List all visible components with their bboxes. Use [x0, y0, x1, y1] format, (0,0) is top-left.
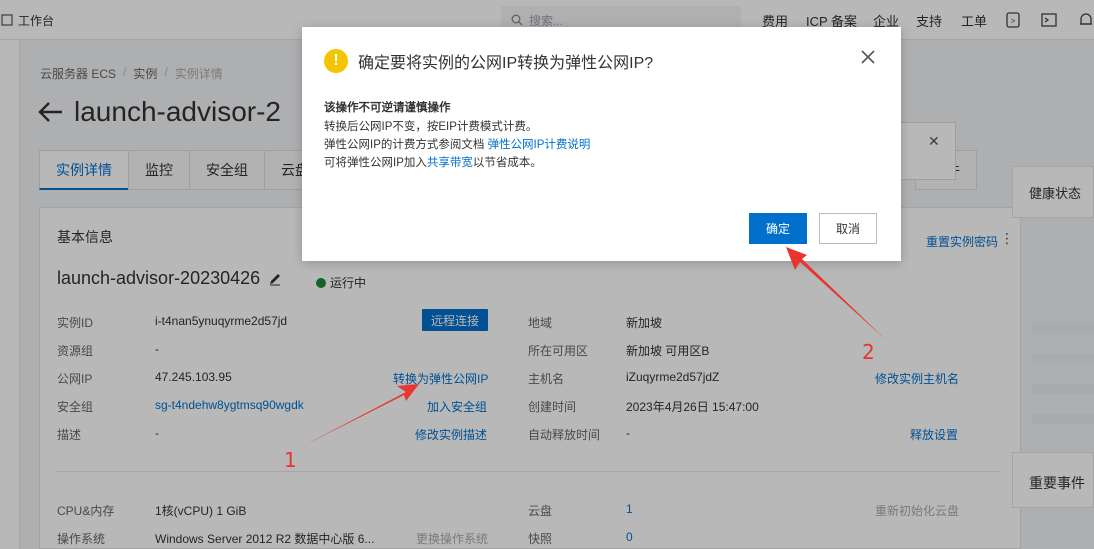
convert-eip-dialog: ! 确定要将实例的公网IP转换为弹性公网IP? 该操作不可逆请谨慎操作 转换后公… — [302, 27, 901, 261]
warning-heading: 该操作不可逆请谨慎操作 — [324, 102, 451, 114]
dialog-line-2-text: 弹性公网IP的计费方式参阅文档 — [324, 139, 488, 151]
dialog-line-3: 可将弹性公网IP加入共享带宽以节省成本。 — [324, 154, 590, 172]
dialog-body: 该操作不可逆请谨慎操作 转换后公网IP不变，按EIP计费模式计费。 弹性公网IP… — [324, 99, 590, 172]
close-icon[interactable] — [859, 48, 877, 66]
eip-billing-doc-link[interactable]: 弹性公网IP计费说明 — [488, 139, 591, 151]
dialog-line-3-suffix: 以节省成本。 — [472, 157, 542, 169]
dialog-line-1: 转换后公网IP不变，按EIP计费模式计费。 — [324, 121, 538, 133]
annotation-step-2: 2 — [862, 340, 875, 364]
dialog-line-3-text: 可将弹性公网IP加入 — [324, 157, 427, 169]
dialog-header: ! 确定要将实例的公网IP转换为弹性公网IP? — [324, 49, 653, 73]
confirm-button[interactable]: 确定 — [749, 213, 807, 244]
cancel-button[interactable]: 取消 — [819, 213, 877, 244]
dialog-title: 确定要将实例的公网IP转换为弹性公网IP? — [358, 55, 654, 72]
warning-icon: ! — [324, 49, 348, 73]
annotation-step-1: 1 — [284, 448, 297, 472]
shared-bandwidth-link[interactable]: 共享带宽 — [427, 157, 473, 169]
dialog-line-2: 弹性公网IP的计费方式参阅文档 弹性公网IP计费说明 — [324, 136, 590, 154]
